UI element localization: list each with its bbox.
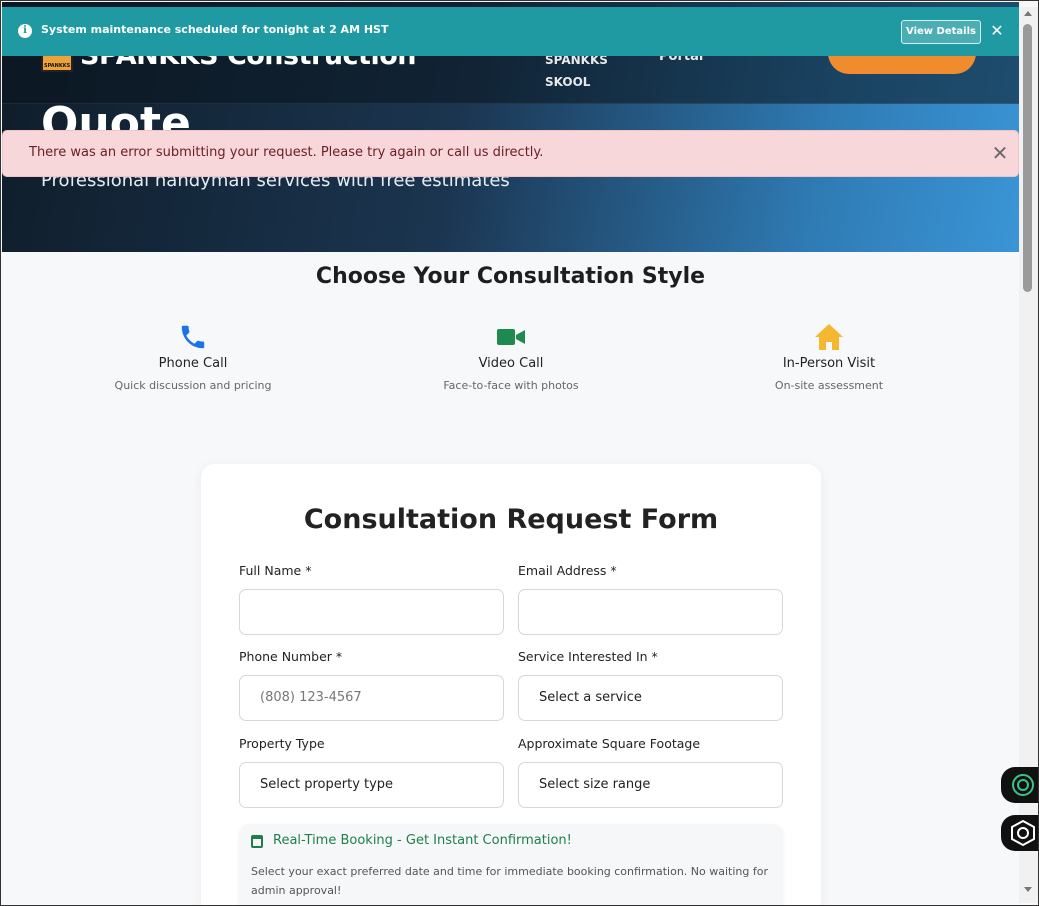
email-label: Email Address *: [518, 563, 617, 578]
option-description: On-site assessment: [774, 379, 884, 392]
house-icon: [814, 322, 844, 352]
scroll-down-arrow-icon[interactable]: [1024, 887, 1032, 892]
consultation-form-card: Consultation Request Form Full Name * Em…: [201, 464, 821, 905]
property-type-label: Property Type: [239, 736, 325, 751]
realtime-booking-panel: Real-Time Booking - Get Instant Confirma…: [239, 824, 783, 905]
booking-title: Real-Time Booking - Get Instant Confirma…: [273, 833, 572, 848]
hexagon-icon: [1011, 819, 1035, 847]
error-message: There was an error submitting your reque…: [29, 145, 544, 160]
option-video-call[interactable]: Video Call Face-to-face with photos: [391, 322, 631, 392]
form-title: Consultation Request Form: [303, 504, 719, 535]
booking-description: Select your exact preferred date and tim…: [251, 865, 768, 897]
maintenance-banner: i System maintenance scheduled for tonig…: [2, 7, 1019, 56]
full-name-input[interactable]: [239, 589, 504, 635]
close-icon[interactable]: ✕: [990, 142, 1010, 164]
property-type-select[interactable]: Select property type: [239, 762, 504, 808]
video-camera-icon: [496, 322, 526, 352]
service-label: Service Interested In *: [518, 649, 658, 664]
view-details-button[interactable]: View Details: [901, 20, 981, 44]
option-in-person-visit[interactable]: In-Person Visit On-site assessment: [709, 322, 949, 392]
option-description: Quick discussion and pricing: [114, 379, 272, 392]
phone-input[interactable]: (808) 123-4567: [239, 675, 504, 721]
option-description: Face-to-face with photos: [443, 379, 579, 392]
extension-widget-button[interactable]: [1001, 815, 1038, 851]
scroll-up-arrow-icon[interactable]: [1024, 11, 1032, 16]
phone-icon: [178, 322, 208, 352]
scrollbar-thumb[interactable]: [1023, 24, 1032, 292]
assistant-widget-button[interactable]: [1001, 767, 1038, 803]
consultation-style-title: Choose Your Consultation Style: [315, 264, 706, 289]
square-footage-select[interactable]: Select size range: [518, 762, 783, 808]
calendar-check-icon: [251, 835, 263, 848]
close-icon[interactable]: ✕: [989, 21, 1005, 41]
browser-window: SPANKKS SPANKKS Construction SPANKKS SKO…: [0, 0, 1039, 906]
maintenance-text: System maintenance scheduled for tonight…: [41, 23, 389, 36]
phone-label: Phone Number *: [239, 649, 343, 664]
info-icon: i: [18, 24, 32, 38]
openai-icon: [1012, 774, 1034, 796]
option-phone-call[interactable]: Phone Call Quick discussion and pricing: [73, 322, 313, 392]
full-name-label: Full Name *: [239, 563, 312, 578]
option-title: Video Call: [478, 356, 544, 371]
error-alert: There was an error submitting your reque…: [2, 130, 1019, 177]
square-footage-label: Approximate Square Footage: [518, 736, 701, 751]
option-title: In-Person Visit: [782, 356, 876, 371]
email-input[interactable]: [518, 589, 783, 635]
option-title: Phone Call: [158, 356, 228, 371]
logo-text: SPANKKS: [44, 63, 71, 69]
service-select[interactable]: Select a service: [518, 675, 783, 721]
